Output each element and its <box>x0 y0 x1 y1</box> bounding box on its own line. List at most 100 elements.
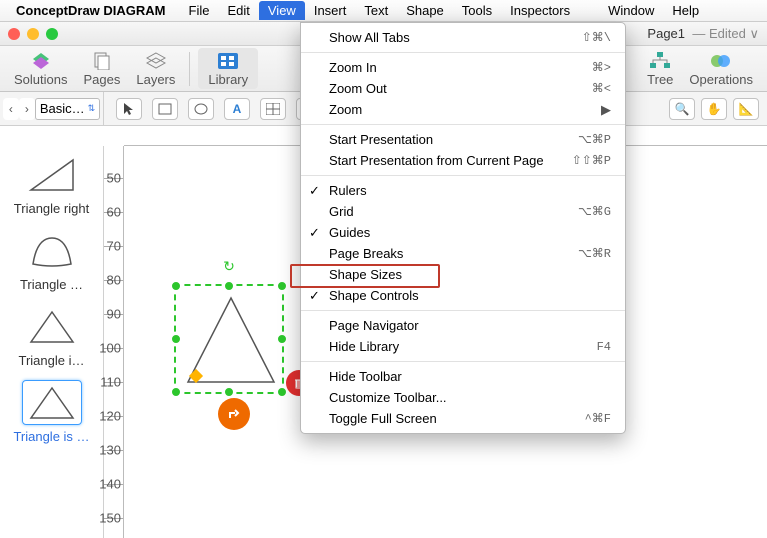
toolbar-library[interactable]: Library <box>198 48 258 89</box>
document-tab[interactable]: Page1 — Edited ∨ <box>647 26 759 42</box>
toolbar-label: Operations <box>689 72 753 87</box>
resize-handle[interactable] <box>170 280 182 292</box>
menu-item-label: Hide Library <box>329 339 399 354</box>
toolbar-label: Layers <box>136 72 175 87</box>
toolbar-operations[interactable]: Operations <box>683 50 759 87</box>
menu-tools[interactable]: Tools <box>453 1 501 20</box>
menu-hotkey: ⌥⌘R <box>578 246 611 261</box>
resize-handle[interactable] <box>170 386 182 398</box>
menu-hotkey: ⌘> <box>592 60 611 75</box>
menu-hotkey: ⇧⇧⌘P <box>572 153 611 168</box>
menu-item-zoom[interactable]: Zoom ▶ <box>301 99 625 120</box>
menu-item-zoom-out[interactable]: Zoom Out⌘< <box>301 78 625 99</box>
menu-hotkey: ⌥⌘G <box>578 204 611 219</box>
toolbar-layers[interactable]: Layers <box>130 50 181 87</box>
menu-hotkey: ^⌘F <box>585 411 611 426</box>
menu-item-hide-toolbar[interactable]: Hide Toolbar <box>301 366 625 387</box>
check-icon: ✓ <box>309 183 320 199</box>
menu-insert[interactable]: Insert <box>305 1 356 20</box>
menu-window[interactable]: Window <box>599 1 663 20</box>
menu-text[interactable]: Text <box>355 1 397 20</box>
traffic-lights <box>8 28 58 40</box>
menu-item-toggle-full-screen[interactable]: Toggle Full Screen ^⌘F <box>301 408 625 429</box>
toolbar-tree[interactable]: Tree <box>641 50 679 87</box>
toolbar-pages[interactable]: Pages <box>77 50 126 87</box>
menu-item-start-presentation-from-current-page[interactable]: Start Presentation from Current Page ⇧⇧⌘P <box>301 150 625 171</box>
menu-item-page-breaks[interactable]: Page Breaks⌥⌘R <box>301 243 625 264</box>
library-item-label: Triangle is … <box>4 429 99 444</box>
menu-item-show-all-tabs[interactable]: Show All Tabs⇧⌘\ <box>301 27 625 48</box>
menu-separator <box>301 52 625 53</box>
menu-item-rulers[interactable]: ✓Rulers <box>301 180 625 201</box>
text-tool-button[interactable]: A <box>224 98 250 120</box>
zoom-window-button[interactable] <box>46 28 58 40</box>
toolbar-label: Pages <box>83 72 120 87</box>
ellipse-tool-button[interactable] <box>188 98 214 120</box>
menu-shape[interactable]: Shape <box>397 1 453 20</box>
library-selector[interactable]: Basic…⇅ <box>35 98 100 120</box>
menu-item-label: Toggle Full Screen <box>329 411 437 426</box>
close-window-button[interactable] <box>8 28 20 40</box>
pages-icon <box>91 50 113 72</box>
menu-item-label: Show All Tabs <box>329 30 410 45</box>
library-item[interactable]: Triangle … <box>0 222 103 298</box>
menu-item-start-presentation[interactable]: Start Presentation⌥⌘P <box>301 129 625 150</box>
menu-item-grid[interactable]: Grid ⌥⌘G <box>301 201 625 222</box>
menu-view[interactable]: View <box>259 1 305 20</box>
library-item[interactable]: Triangle is … <box>0 374 103 450</box>
pointer-tool-button[interactable] <box>116 98 142 120</box>
menu-item-page-navigator[interactable]: Page Navigator <box>301 315 625 336</box>
selected-shape[interactable]: ↻ <box>174 284 284 394</box>
solutions-icon <box>30 50 52 72</box>
resize-handle[interactable] <box>170 333 182 345</box>
measure-tool-button[interactable]: 📐 <box>733 98 759 120</box>
menu-inspectors[interactable]: Inspectors <box>501 1 579 20</box>
library-item[interactable]: Triangle i… <box>0 298 103 374</box>
menu-help[interactable]: Help <box>663 1 708 20</box>
menu-item-shape-sizes[interactable]: Shape Sizes <box>301 264 625 285</box>
menu-item-hide-library[interactable]: Hide LibraryF4 <box>301 336 625 357</box>
library-item[interactable]: Triangle right <box>0 146 103 222</box>
toolbar-label: Tree <box>647 72 673 87</box>
nav-forward-button[interactable]: › <box>19 98 35 120</box>
resize-handle[interactable] <box>276 333 288 345</box>
resize-handle[interactable] <box>223 386 235 398</box>
nav-back-button[interactable]: ‹ <box>3 98 19 120</box>
menu-item-label: Start Presentation from Current Page <box>329 153 544 168</box>
menu-file[interactable]: File <box>180 1 219 20</box>
menu-separator <box>301 310 625 311</box>
shape-action-button[interactable] <box>218 398 250 430</box>
menu-edit[interactable]: Edit <box>218 1 258 20</box>
check-icon: ✓ <box>309 288 320 304</box>
minimize-window-button[interactable] <box>27 28 39 40</box>
menu-item-label: Guides <box>329 225 370 240</box>
pan-tool-button[interactable]: ✋ <box>701 98 727 120</box>
menu-item-label: Page Navigator <box>329 318 419 333</box>
menu-item-guides[interactable]: ✓Guides <box>301 222 625 243</box>
library-item-label: Triangle right <box>4 201 99 216</box>
resize-handle[interactable] <box>223 280 235 292</box>
zoom-tool-button[interactable]: 🔍 <box>669 98 695 120</box>
edited-state: — Edited ∨ <box>692 26 759 41</box>
table-tool-button[interactable] <box>260 98 286 120</box>
resize-handle[interactable] <box>276 280 288 292</box>
toolbar-solutions[interactable]: Solutions <box>8 50 73 87</box>
rotate-handle-icon[interactable]: ↻ <box>223 258 235 275</box>
chevron-up-down-icon: ⇅ <box>88 103 96 114</box>
menu-item-label: Zoom <box>329 102 362 117</box>
rect-tool-button[interactable] <box>152 98 178 120</box>
menu-item-label: Grid <box>329 204 354 219</box>
library-item-label: Triangle i… <box>4 353 99 368</box>
menu-item-zoom-in[interactable]: Zoom In⌘> <box>301 57 625 78</box>
layers-icon <box>145 50 167 72</box>
menu-hotkey: ⌥⌘P <box>578 132 611 147</box>
menu-item-shape-controls[interactable]: ✓Shape Controls <box>301 285 625 306</box>
operations-icon <box>710 50 732 72</box>
menu-separator <box>301 124 625 125</box>
toolbar-label: Solutions <box>14 72 67 87</box>
menu-item-customize-toolbar-[interactable]: Customize Toolbar... <box>301 387 625 408</box>
app-title: ConceptDraw DIAGRAM <box>16 3 166 18</box>
toolbar-label: Library <box>208 72 248 87</box>
submenu-arrow-icon: ▶ <box>601 102 611 118</box>
menu-separator <box>301 175 625 176</box>
